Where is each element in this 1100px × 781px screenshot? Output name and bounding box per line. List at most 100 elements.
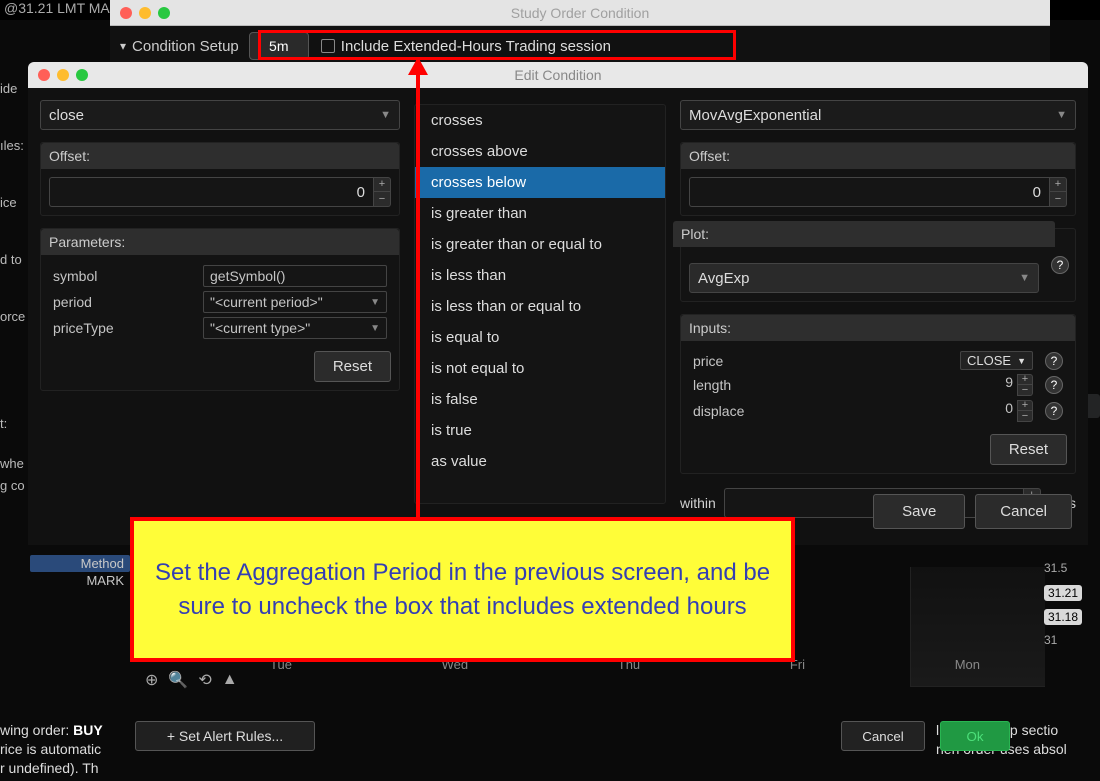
bg-side-frag: ice: [0, 174, 25, 231]
operator-item[interactable]: is less than or equal to: [415, 291, 665, 322]
set-alert-rules-button[interactable]: + Set Alert Rules...: [135, 721, 315, 751]
input-value[interactable]: 0: [1005, 400, 1013, 422]
help-icon[interactable]: ?: [1045, 352, 1063, 370]
right-offset-increment-button[interactable]: +: [1049, 177, 1067, 192]
bg-side-frag: d to: [0, 231, 25, 288]
decrement-button[interactable]: −: [1017, 385, 1033, 396]
right-offset-decrement-button[interactable]: −: [1049, 192, 1067, 207]
right-offset-input[interactable]: 0: [689, 177, 1049, 207]
param-row: priceType"<current type>"▼: [49, 315, 391, 341]
bg-day-label: Mon: [955, 657, 980, 672]
help-icon[interactable]: ?: [1045, 402, 1063, 420]
operator-item[interactable]: is equal to: [415, 322, 665, 353]
plot-select[interactable]: AvgExp▼: [689, 263, 1039, 293]
operator-item[interactable]: as value: [415, 446, 665, 477]
param-key: period: [49, 289, 199, 315]
global-cancel-button[interactable]: Cancel: [841, 721, 925, 751]
front-window-title: Edit Condition: [514, 67, 601, 83]
close-icon[interactable]: [120, 7, 132, 19]
maximize-icon[interactable]: [76, 69, 88, 81]
input-row: displace0+−?: [689, 398, 1067, 424]
operator-item[interactable]: is greater than or equal to: [415, 229, 665, 260]
minimize-icon[interactable]: [57, 69, 69, 81]
param-row: period"<current period>"▼: [49, 289, 391, 315]
reset-zoom-icon[interactable]: ⟲: [198, 670, 211, 690]
right-panel: MovAvgExponential▼ Offset: 0 + − Plot:: [680, 100, 1076, 533]
operator-item[interactable]: is true: [415, 415, 665, 446]
aggregation-period-selector[interactable]: 5m: [249, 32, 309, 60]
left-study-select[interactable]: close▼: [40, 100, 400, 130]
operator-item[interactable]: is false: [415, 384, 665, 415]
annotation-arrow: [416, 59, 420, 519]
operator-item[interactable]: crosses above: [415, 136, 665, 167]
offset-input[interactable]: 0: [49, 177, 373, 207]
operator-panel: crossescrosses abovecrosses belowis grea…: [414, 100, 666, 533]
right-offset-section-title: Offset:: [681, 143, 1075, 169]
condition-setup-label: Condition Setup: [132, 38, 239, 55]
chevron-down-icon[interactable]: ▾: [120, 39, 126, 53]
input-value-select[interactable]: CLOSE▼: [960, 351, 1033, 370]
param-value-input[interactable]: "<current period>"▼: [203, 291, 387, 313]
pointer-icon[interactable]: ▲: [222, 671, 238, 689]
input-key: price: [689, 349, 836, 372]
decrement-button[interactable]: −: [1017, 411, 1033, 422]
maximize-icon[interactable]: [158, 7, 170, 19]
bg-method-label: Method: [30, 555, 130, 572]
chevron-down-icon: ▼: [370, 323, 380, 334]
cancel-button[interactable]: Cancel: [975, 494, 1072, 529]
param-key: symbol: [49, 263, 199, 289]
save-button[interactable]: Save: [873, 494, 965, 529]
bg-side-frag: orce: [0, 288, 25, 345]
input-row: length9+−?: [689, 372, 1067, 398]
edit-condition-window: Edit Condition close▼ Offset: 0 + − Para…: [28, 62, 1088, 545]
crosshair-icon[interactable]: ⊕: [145, 670, 158, 690]
back-title-bar[interactable]: Study Order Condition: [110, 0, 1050, 26]
within-label: within: [680, 495, 716, 511]
bg-side-frag: ide: [0, 60, 25, 117]
bg-side-frag: g co: [0, 474, 25, 496]
plot-section-title: Plot:: [673, 221, 1055, 247]
right-study-select[interactable]: MovAvgExponential▼: [680, 100, 1076, 130]
bg-price-scale: 31: [1040, 633, 1100, 657]
extended-hours-checkbox[interactable]: [321, 39, 335, 53]
extended-hours-label: Include Extended-Hours Trading session: [341, 38, 611, 55]
operator-item[interactable]: is greater than: [415, 198, 665, 229]
minimize-icon[interactable]: [139, 7, 151, 19]
operator-item[interactable]: is not equal to: [415, 353, 665, 384]
bg-mark-label: MARK: [30, 572, 130, 589]
operator-item[interactable]: crosses: [415, 105, 665, 136]
bg-side-frag: ıles:: [0, 117, 25, 174]
bg-price-scale: 31.5: [1040, 561, 1100, 585]
input-key: length: [689, 372, 836, 398]
help-icon[interactable]: ?: [1051, 256, 1069, 274]
param-value-input[interactable]: getSymbol(): [203, 265, 387, 287]
operator-item[interactable]: crosses below: [415, 167, 665, 198]
input-row: price CLOSE▼?: [689, 349, 1067, 372]
chevron-down-icon: ▼: [1019, 272, 1030, 284]
parameters-section-title: Parameters:: [41, 229, 399, 255]
param-value-input[interactable]: "<current type>"▼: [203, 317, 387, 339]
chevron-down-icon: ▼: [1017, 356, 1026, 366]
bg-price-bubble: 31.21: [1044, 585, 1082, 601]
left-panel: close▼ Offset: 0 + − Parameters: symbolg…: [40, 100, 400, 533]
front-title-bar[interactable]: Edit Condition: [28, 62, 1088, 88]
right-reset-button[interactable]: Reset: [990, 434, 1067, 465]
param-key: priceType: [49, 315, 199, 341]
operator-item[interactable]: is less than: [415, 260, 665, 291]
offset-decrement-button[interactable]: −: [373, 192, 391, 207]
chevron-down-icon: ▼: [380, 109, 391, 121]
inputs-section-title: Inputs:: [681, 315, 1075, 341]
bg-price-bubble: 31.18: [1044, 609, 1082, 625]
global-ok-button[interactable]: Ok: [940, 721, 1010, 751]
param-row: symbolgetSymbol(): [49, 263, 391, 289]
input-key: displace: [689, 398, 836, 424]
close-icon[interactable]: [38, 69, 50, 81]
annotation-callout: Set the Aggregation Period in the previo…: [130, 517, 795, 662]
back-window-title: Study Order Condition: [511, 5, 650, 21]
bg-side-frag: t:: [0, 395, 25, 452]
zoom-icon[interactable]: 🔍: [168, 670, 188, 690]
help-icon[interactable]: ?: [1045, 376, 1063, 394]
offset-increment-button[interactable]: +: [373, 177, 391, 192]
input-value[interactable]: 9: [1005, 374, 1013, 396]
left-reset-button[interactable]: Reset: [314, 351, 391, 382]
